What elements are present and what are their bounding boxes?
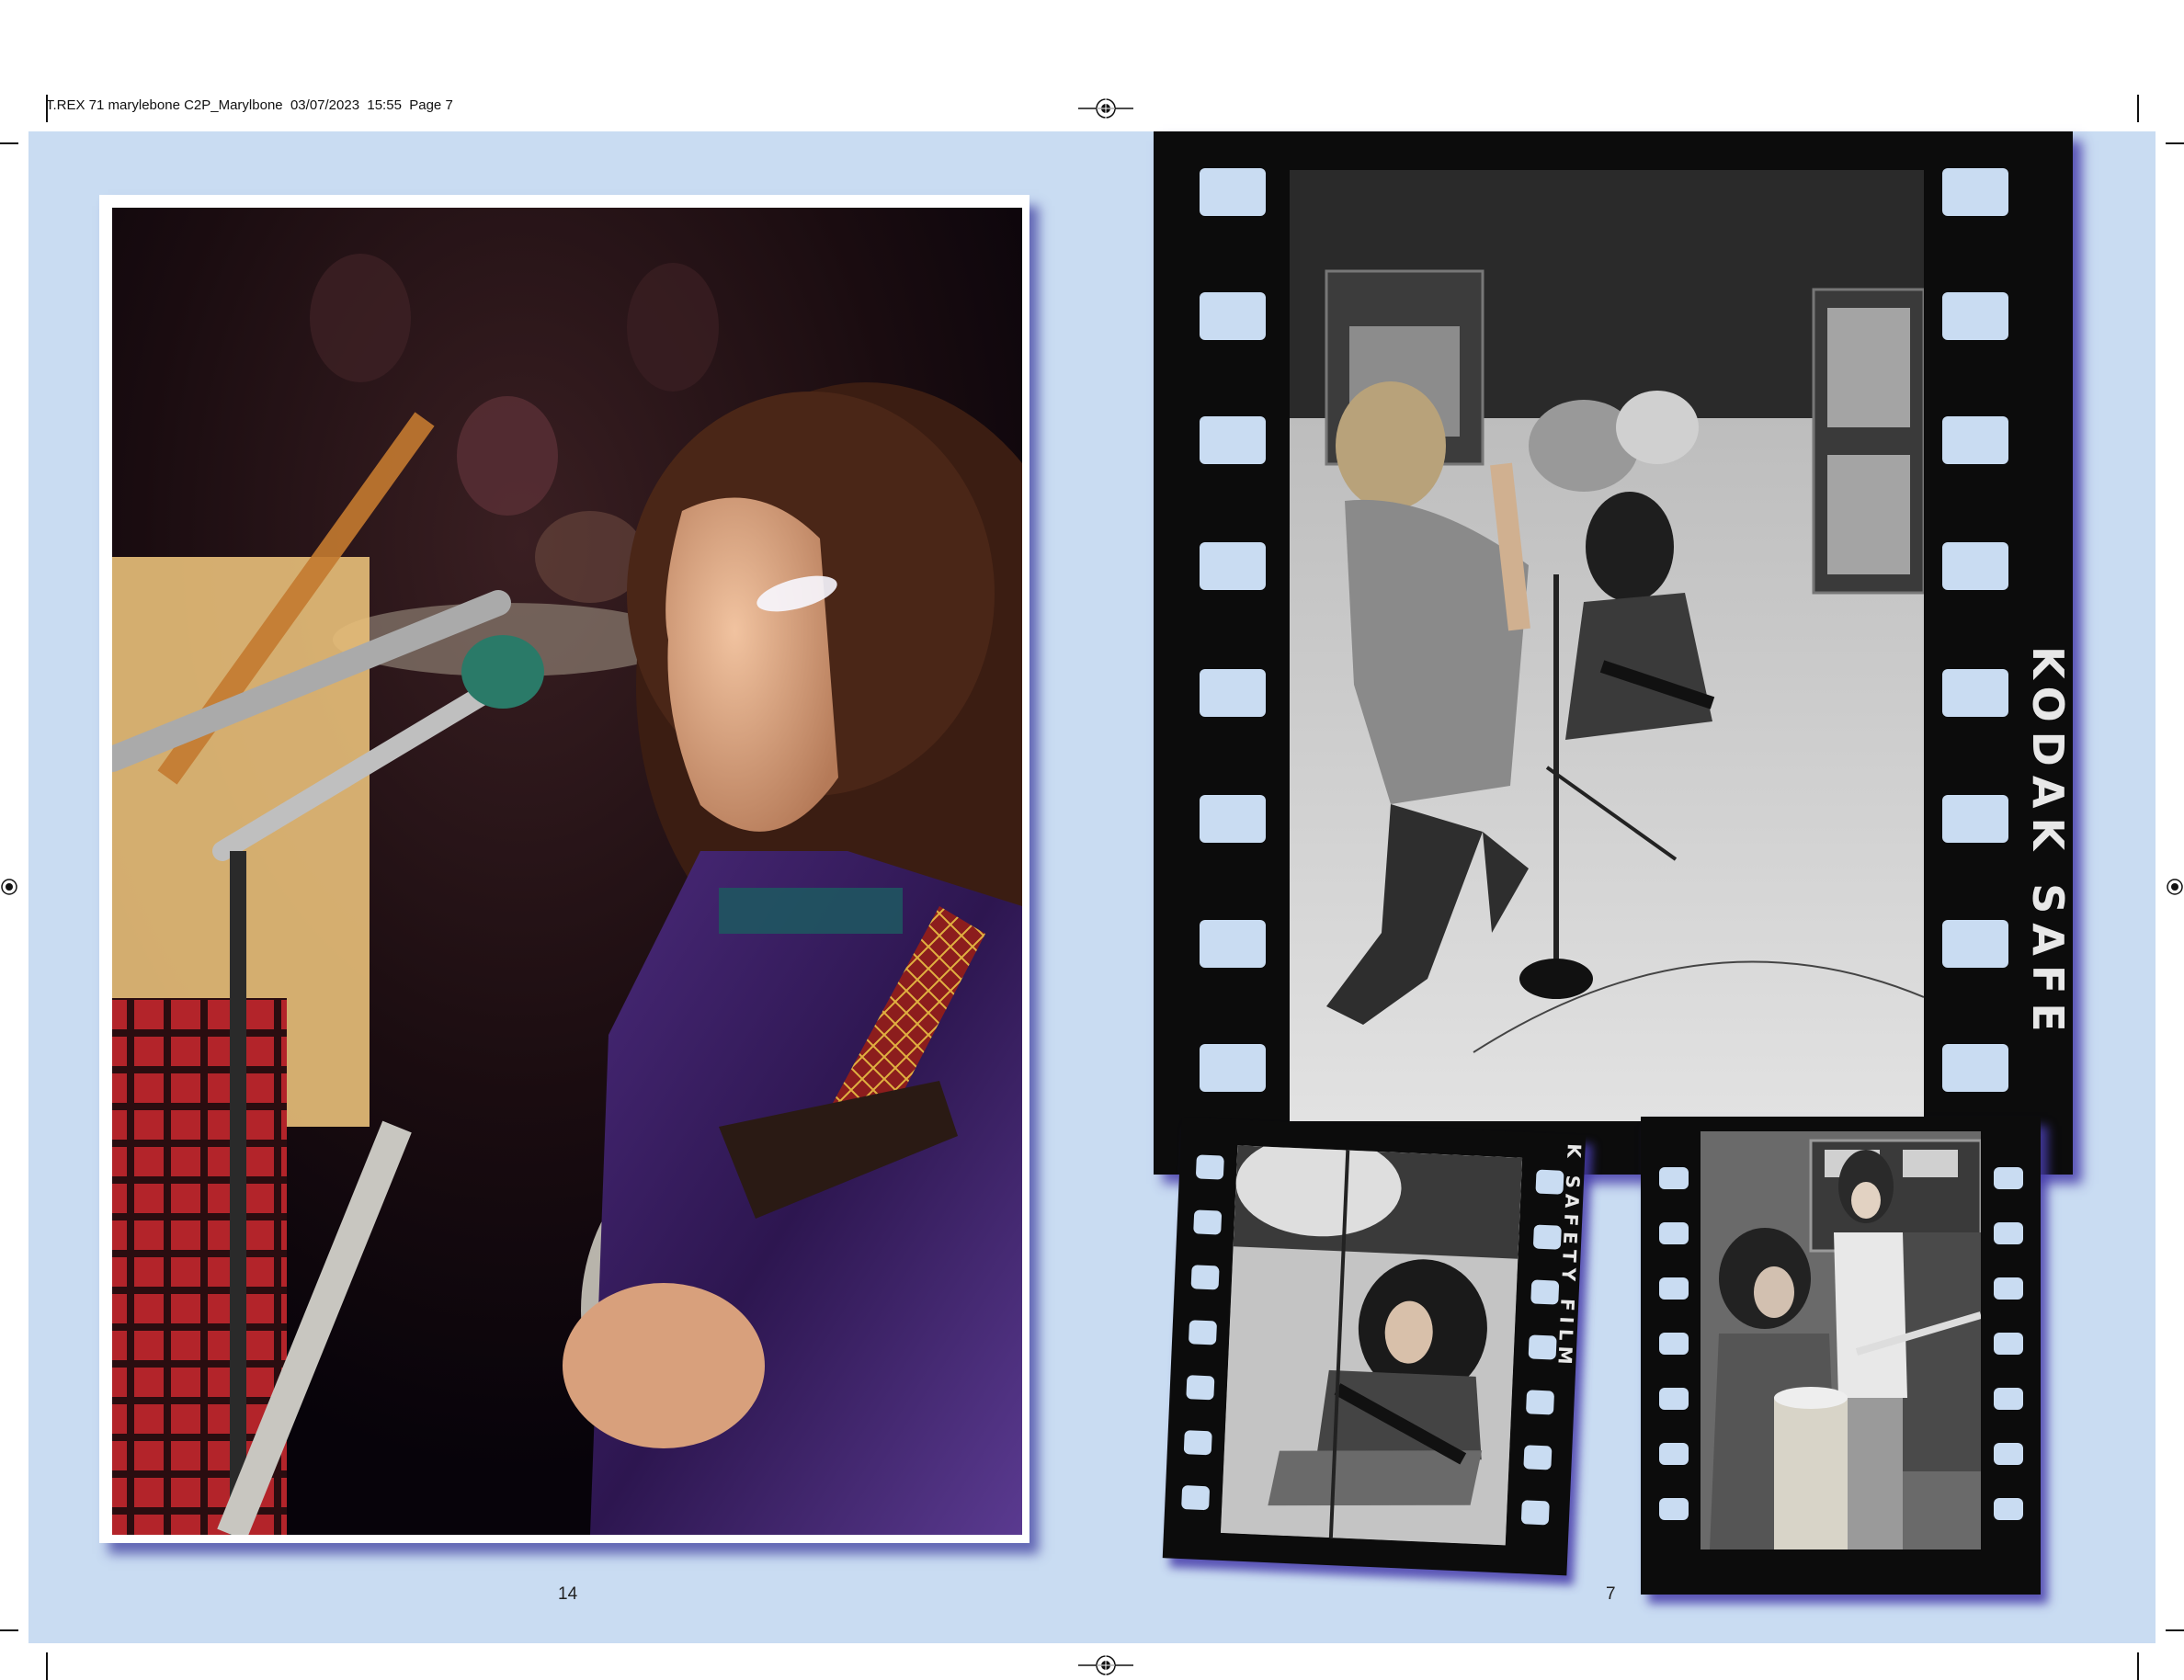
crop-mark	[0, 1629, 18, 1631]
film-frame-photo-main	[1290, 170, 1924, 1121]
sprocket-hole	[1200, 168, 1266, 216]
sprocket-hole	[1994, 1443, 2023, 1465]
crop-mark	[0, 142, 18, 144]
seated-guitarist-photo-illustration	[1220, 1145, 1523, 1546]
sprocket-hole	[1181, 1485, 1211, 1511]
film-strip-main: KODAK SAFE	[1154, 131, 2073, 1175]
sprocket-hole	[1659, 1167, 1689, 1189]
sprocket-hole	[1195, 1154, 1224, 1180]
sprocket-hole	[1659, 1222, 1689, 1244]
sprocket-hole	[1190, 1265, 1220, 1290]
sprocket-hole	[1183, 1430, 1212, 1456]
concert-photo	[112, 208, 1022, 1535]
sprocket-hole	[1994, 1333, 2023, 1355]
film-frame-photo-small-left	[1220, 1145, 1523, 1546]
sprocket-hole	[1942, 1044, 2008, 1092]
sprocket-hole	[1659, 1388, 1689, 1410]
sprocket-hole	[1186, 1375, 1215, 1401]
sprocket-hole	[1659, 1498, 1689, 1520]
band-members-photo-illustration	[1701, 1131, 1981, 1549]
sprocket-hole	[1193, 1209, 1223, 1235]
crop-mark	[2137, 1652, 2139, 1680]
sprocket-hole	[1200, 542, 1266, 590]
registration-mark-icon	[2167, 879, 2183, 895]
sprocket-hole	[1659, 1333, 1689, 1355]
sprocket-hole	[1200, 416, 1266, 464]
sprocket-hole	[1942, 542, 2008, 590]
sprocket-hole	[1994, 1388, 2023, 1410]
left-photo-frame	[99, 195, 1029, 1543]
sprocket-hole	[1942, 168, 2008, 216]
registration-mark-icon	[1078, 97, 1133, 119]
sprocket-hole	[1659, 1443, 1689, 1465]
sprocket-hole	[1994, 1167, 2023, 1189]
crop-mark	[2166, 142, 2184, 144]
crop-mark	[2137, 95, 2139, 122]
sprocket-hole	[1525, 1390, 1555, 1415]
sprocket-hole	[1200, 292, 1266, 340]
sprocket-hole	[1200, 795, 1266, 843]
sprocket-hole	[1532, 1224, 1562, 1250]
sprocket-hole	[1530, 1279, 1560, 1305]
sprocket-hole	[1523, 1445, 1553, 1470]
crop-mark	[46, 1652, 48, 1680]
registration-mark-icon	[1078, 1654, 1133, 1676]
sprocket-hole	[1942, 416, 2008, 464]
studio-photo-illustration	[1290, 170, 1924, 1121]
crop-mark	[46, 95, 48, 122]
sprocket-hole	[1994, 1277, 2023, 1300]
sprocket-hole	[1200, 669, 1266, 717]
sprocket-hole	[1659, 1277, 1689, 1300]
sprocket-hole	[1942, 920, 2008, 968]
sprocket-hole	[1200, 1044, 1266, 1092]
sprocket-hole	[1528, 1334, 1557, 1360]
concert-photo-illustration	[112, 208, 1022, 1535]
sprocket-hole	[1942, 669, 2008, 717]
sprocket-hole	[1942, 292, 2008, 340]
film-strip-small-left: K SAFETY FILM	[1162, 1117, 1587, 1576]
sprocket-hole	[1994, 1498, 2023, 1520]
page-number-left: 14	[558, 1584, 578, 1604]
sprocket-hole	[1994, 1222, 2023, 1244]
page-number-right: 7	[1606, 1584, 1616, 1604]
sprocket-hole	[1535, 1169, 1564, 1195]
crop-mark	[2166, 1629, 2184, 1631]
registration-mark-icon	[1, 879, 17, 895]
printer-slug-line: T.REX 71 marylebone C2P_Marylbone 03/07/…	[46, 97, 453, 113]
sprocket-hole	[1188, 1320, 1218, 1345]
sprocket-hole	[1520, 1500, 1550, 1526]
film-edge-text: KODAK SAFE	[2023, 646, 2073, 1041]
film-strip-small-right	[1641, 1117, 2041, 1595]
sprocket-hole	[1200, 920, 1266, 968]
sprocket-hole	[1942, 795, 2008, 843]
film-frame-photo-small-right	[1701, 1131, 1981, 1549]
